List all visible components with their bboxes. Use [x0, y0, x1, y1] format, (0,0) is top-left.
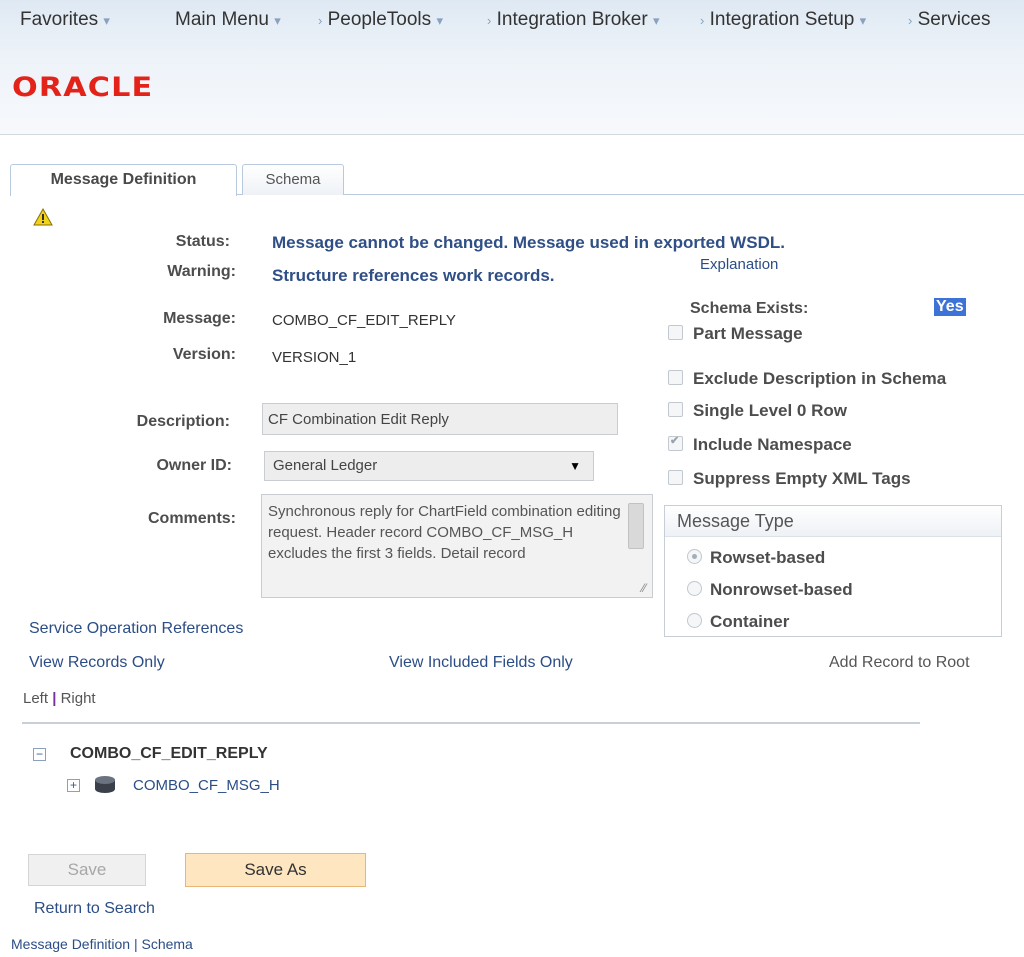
breadcrumb-integration-broker[interactable]: › Integration Broker ▾ — [487, 9, 659, 31]
breadcrumb-integration-setup[interactable]: › Integration Setup ▾ — [700, 9, 866, 31]
warning-icon — [33, 208, 53, 226]
suppress-empty-xml-checkbox[interactable]: Suppress Empty XML Tags — [668, 469, 911, 489]
nonrowset-based-radio-button[interactable] — [687, 581, 702, 596]
message-value: COMBO_CF_EDIT_REPLY — [272, 312, 456, 329]
bottom-separator: | — [133, 936, 138, 952]
divider — [22, 722, 920, 724]
schema-exists-label: Schema Exists: — [690, 300, 809, 317]
tab-message-definition[interactable]: Message Definition — [10, 164, 237, 196]
suppress-empty-xml-box[interactable] — [668, 470, 683, 485]
save-as-button[interactable]: Save As — [185, 853, 366, 887]
separator: | — [52, 690, 57, 707]
include-namespace-label: Include Namespace — [693, 435, 852, 454]
rowset-based-label: Rowset-based — [710, 548, 826, 567]
owner-id-select[interactable]: General Ledger ▼ — [264, 451, 594, 481]
favorites-menu[interactable]: Favorites ▾ — [20, 9, 110, 31]
save-button[interactable]: Save — [28, 854, 146, 886]
tab-schema[interactable]: Schema — [242, 164, 344, 195]
view-included-fields-link[interactable]: View Included Fields Only — [389, 654, 573, 672]
single-level-0-row-box[interactable] — [668, 402, 683, 417]
dropdown-arrow-icon: ▼ — [569, 459, 581, 473]
description-field[interactable] — [262, 403, 618, 435]
part-message-label: Part Message — [693, 324, 803, 343]
nonrowset-based-label: Nonrowset-based — [710, 580, 853, 599]
version-label: Version: — [172, 346, 236, 363]
breadcrumb-services[interactable]: › Services — [908, 9, 990, 31]
warning-value: Structure references work records. — [272, 266, 555, 285]
exclude-description-label: Exclude Description in Schema — [693, 369, 947, 388]
tree-child-node-link[interactable]: COMBO_CF_MSG_H — [133, 777, 280, 794]
bottom-page-links: Message Definition | Schema — [11, 936, 193, 952]
expand-icon[interactable]: + — [67, 779, 80, 792]
rowset-based-radio[interactable]: Rowset-based — [687, 548, 825, 568]
single-level-0-row-label: Single Level 0 Row — [693, 401, 847, 420]
collapse-icon[interactable]: − — [33, 748, 46, 761]
status-label: Status: — [175, 233, 230, 250]
service-operation-references-link[interactable]: Service Operation References — [29, 620, 243, 638]
view-records-only-link[interactable]: View Records Only — [29, 654, 165, 672]
comments-scrollbar[interactable] — [628, 503, 644, 549]
suppress-empty-xml-label: Suppress Empty XML Tags — [693, 469, 911, 488]
version-value: VERSION_1 — [272, 349, 357, 366]
left-right-toggle: Left | Right — [23, 690, 96, 707]
description-label: Description: — [136, 413, 230, 430]
part-message-checkbox[interactable]: Part Message — [668, 324, 803, 344]
bottom-link-message-definition[interactable]: Message Definition — [11, 936, 130, 952]
exclude-description-box[interactable] — [668, 370, 683, 385]
bottom-link-schema[interactable]: Schema — [141, 936, 192, 952]
include-namespace-box[interactable] — [668, 434, 683, 451]
message-type-group: Message Type Rowset-based Nonrowset-base… — [664, 505, 1002, 637]
main-menu[interactable]: Main Menu ▾ — [175, 9, 281, 31]
container-label: Container — [710, 612, 790, 631]
comments-textarea[interactable]: Synchronous reply for ChartField combina… — [261, 494, 653, 598]
oracle-logo: ORACLE — [12, 72, 154, 103]
exclude-description-checkbox[interactable]: Exclude Description in Schema — [668, 369, 946, 389]
container-radio[interactable]: Container — [687, 612, 789, 632]
right-link[interactable]: Right — [61, 690, 96, 707]
warning-label: Warning: — [167, 263, 236, 280]
status-value: Message cannot be changed. Message used … — [272, 233, 785, 252]
breadcrumb-peopletools[interactable]: › PeopleTools ▾ — [318, 9, 443, 31]
include-namespace-checkbox[interactable]: Include Namespace — [668, 434, 852, 455]
resize-handle-icon[interactable]: ⁄⁄ — [642, 581, 646, 595]
comments-text: Synchronous reply for ChartField combina… — [268, 503, 621, 562]
nonrowset-based-radio[interactable]: Nonrowset-based — [687, 580, 853, 600]
add-record-to-root-link[interactable]: Add Record to Root — [829, 654, 970, 672]
message-label: Message: — [163, 310, 236, 327]
part-message-box[interactable] — [668, 325, 683, 340]
container-radio-button[interactable] — [687, 613, 702, 628]
comments-label: Comments: — [147, 510, 236, 527]
schema-exists-value: Yes — [934, 298, 966, 316]
owner-id-label: Owner ID: — [156, 457, 232, 474]
tree-root-node: COMBO_CF_EDIT_REPLY — [70, 745, 268, 762]
left-link[interactable]: Left — [23, 690, 48, 707]
message-type-title: Message Type — [665, 506, 1001, 537]
owner-id-value: General Ledger — [273, 457, 378, 474]
record-database-icon — [95, 776, 115, 793]
rowset-based-radio-button[interactable] — [687, 549, 702, 564]
single-level-0-row-checkbox[interactable]: Single Level 0 Row — [668, 401, 847, 421]
explanation-link[interactable]: Explanation — [700, 256, 778, 273]
return-to-search-link[interactable]: Return to Search — [34, 900, 155, 918]
